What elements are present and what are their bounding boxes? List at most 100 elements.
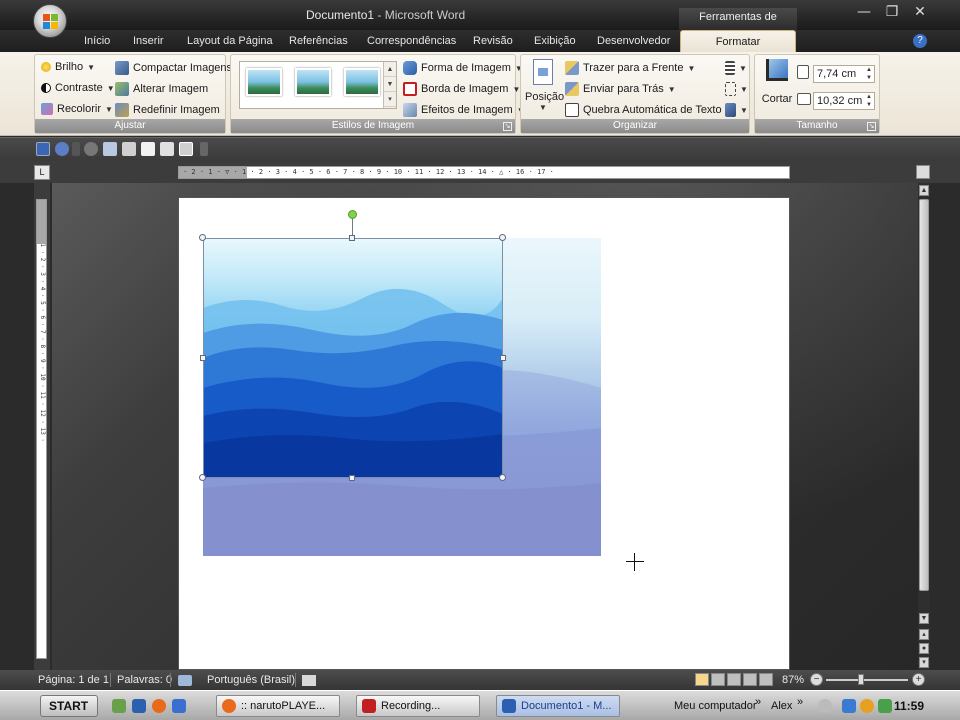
height-field[interactable]: 7,74 cm ▲ ▼ bbox=[813, 65, 875, 83]
gallery-scroll[interactable]: ▲ ▼ ▾ bbox=[383, 62, 396, 108]
browse-object-icon[interactable]: ● bbox=[919, 643, 929, 654]
web-layout-icon[interactable] bbox=[727, 673, 741, 686]
print-preview-icon[interactable] bbox=[122, 142, 136, 156]
firefox-icon[interactable] bbox=[152, 699, 166, 713]
task-naruto[interactable]: :: narutoPLAYE... bbox=[216, 695, 340, 717]
gallery-more-icon[interactable]: ▾ bbox=[384, 92, 396, 107]
tab-selector-icon[interactable]: L bbox=[34, 165, 50, 180]
print-layout-icon[interactable] bbox=[695, 673, 709, 686]
office-button[interactable] bbox=[33, 4, 67, 38]
security-icon[interactable] bbox=[860, 699, 874, 713]
borda-imagem-button[interactable]: Borda de Imagem ▼ bbox=[403, 82, 520, 96]
tab-inserir[interactable]: Inserir bbox=[133, 35, 164, 47]
macro-record-icon[interactable] bbox=[302, 675, 316, 686]
resize-handle-bottom[interactable] bbox=[349, 475, 355, 481]
resize-handle-top-right[interactable] bbox=[499, 234, 506, 241]
customize-qat-icon[interactable] bbox=[200, 142, 208, 156]
show-formatting-icon[interactable] bbox=[179, 142, 193, 156]
recolorir-button[interactable]: Recolorir ▼ bbox=[41, 103, 113, 115]
tab-revisao[interactable]: Revisão bbox=[473, 35, 513, 47]
style-thumbnail[interactable] bbox=[246, 68, 282, 96]
toolbar-expand-icon[interactable]: » bbox=[797, 696, 803, 708]
quebra-texto-button[interactable]: Quebra Automática de Texto▼ bbox=[565, 103, 734, 117]
quicklaunch-icon[interactable] bbox=[112, 699, 126, 713]
spelling-icon[interactable] bbox=[103, 142, 117, 156]
compactar-imagens-button[interactable]: Compactar Imagens bbox=[115, 61, 232, 75]
resize-handle-bottom-right[interactable] bbox=[499, 474, 506, 481]
update-icon[interactable] bbox=[878, 699, 892, 713]
resize-handle-right[interactable] bbox=[500, 355, 506, 361]
posicao-button[interactable]: Posição ▼ bbox=[525, 59, 564, 117]
redo-icon[interactable] bbox=[84, 142, 98, 156]
scroll-down-icon[interactable]: ▼ bbox=[919, 613, 929, 624]
tab-layout[interactable]: Layout da Página bbox=[187, 35, 273, 47]
toolbar-expand-icon[interactable]: » bbox=[755, 696, 761, 708]
enviar-tras-button[interactable]: Enviar para Trás ▼ bbox=[565, 82, 676, 96]
contraste-button[interactable]: Contraste ▼ bbox=[41, 82, 115, 94]
page-indicator[interactable]: Página: 1 de 1 bbox=[38, 674, 109, 686]
undo-icon[interactable] bbox=[55, 142, 69, 156]
task-documento1[interactable]: Documento1 - M... bbox=[496, 695, 620, 717]
efeitos-imagem-button[interactable]: Efeitos de Imagem▼ bbox=[403, 103, 525, 117]
dialog-launcher-icon[interactable]: ↘ bbox=[867, 122, 876, 131]
minimize-icon[interactable]: — bbox=[854, 4, 874, 20]
style-thumbnail[interactable] bbox=[295, 68, 331, 96]
outline-icon[interactable] bbox=[743, 673, 757, 686]
scrollbar-thumb[interactable] bbox=[919, 199, 929, 591]
previous-page-icon[interactable]: ▴ bbox=[919, 629, 929, 640]
redefinir-imagem-button[interactable]: Redefinir Imagem bbox=[115, 103, 220, 117]
tab-referencias[interactable]: Referências bbox=[289, 35, 348, 47]
save-icon[interactable] bbox=[36, 142, 50, 156]
rotate-button[interactable]: ▼ bbox=[725, 103, 748, 117]
align-button[interactable]: ▼ bbox=[725, 61, 747, 75]
draft-icon[interactable] bbox=[759, 673, 773, 686]
horizontal-ruler[interactable]: · 2 · 1 · ▽ · 1 · 2 · 3 · 4 · 5 · 6 · 7 … bbox=[178, 166, 790, 179]
language-indicator[interactable]: Português (Brasil) bbox=[207, 674, 295, 686]
close-icon[interactable]: ✕ bbox=[910, 4, 930, 20]
resize-handle-left[interactable] bbox=[200, 355, 206, 361]
scroll-up-icon[interactable]: ▲ bbox=[384, 62, 396, 77]
cortar-button[interactable]: Cortar bbox=[759, 59, 795, 109]
resize-handle-bottom-left[interactable] bbox=[199, 474, 206, 481]
new-document-icon[interactable] bbox=[141, 142, 155, 156]
start-button[interactable]: START bbox=[40, 695, 98, 717]
vertical-ruler[interactable]: · 2 · 1 · · 1 · 2 · 3 · 4 · 5 · 6 · 7 · … bbox=[34, 183, 50, 670]
zoom-out-icon[interactable]: − bbox=[810, 673, 823, 686]
view-ruler-icon[interactable] bbox=[916, 165, 930, 179]
chevron-down-icon[interactable] bbox=[72, 142, 80, 156]
restore-icon[interactable]: ❐ bbox=[882, 4, 902, 20]
dialog-launcher-icon[interactable]: ↘ bbox=[503, 122, 512, 131]
tab-desenvolvedor[interactable]: Desenvolvedor bbox=[597, 35, 670, 47]
network-icon[interactable] bbox=[842, 699, 856, 713]
zoom-slider-thumb[interactable] bbox=[858, 674, 864, 685]
trazer-frente-button[interactable]: Trazer para a Frente ▼ bbox=[565, 61, 695, 75]
proofing-icon[interactable] bbox=[178, 675, 192, 686]
desktop-icon[interactable] bbox=[172, 699, 186, 713]
full-screen-reading-icon[interactable] bbox=[711, 673, 725, 686]
task-recording[interactable]: Recording... bbox=[356, 695, 480, 717]
scroll-down-icon[interactable]: ▼ bbox=[384, 77, 396, 92]
resize-handle-top[interactable] bbox=[349, 235, 355, 241]
scroll-up-icon[interactable]: ▲ bbox=[919, 185, 929, 196]
style-thumbnail[interactable] bbox=[344, 68, 380, 96]
group-objects-button[interactable]: ▼ bbox=[725, 82, 748, 96]
word-quicklaunch-icon[interactable] bbox=[132, 699, 146, 713]
open-icon[interactable] bbox=[160, 142, 174, 156]
zoom-in-icon[interactable]: + bbox=[912, 673, 925, 686]
tab-exibicao[interactable]: Exibição bbox=[534, 35, 576, 47]
user-toolbar[interactable]: Alex bbox=[771, 700, 792, 712]
forma-imagem-button[interactable]: Forma de Imagem ▼ bbox=[403, 61, 523, 75]
width-field[interactable]: 10,32 cm ▲ ▼ bbox=[813, 92, 875, 110]
word-count[interactable]: Palavras: 0 bbox=[117, 674, 172, 686]
zoom-level[interactable]: 87% bbox=[782, 674, 804, 686]
width-spinner[interactable]: ▲ ▼ bbox=[864, 93, 874, 109]
rotate-handle[interactable] bbox=[348, 210, 357, 219]
zoom-slider[interactable] bbox=[826, 679, 908, 681]
help-icon[interactable]: ? bbox=[913, 34, 927, 48]
next-page-icon[interactable]: ▾ bbox=[919, 657, 929, 668]
tray-toggle-icon[interactable] bbox=[818, 699, 832, 713]
resize-handle-top-left[interactable] bbox=[199, 234, 206, 241]
vertical-scrollbar[interactable]: ▲ ▼ ▴ ● ▾ bbox=[918, 183, 930, 670]
tab-inicio[interactable]: Início bbox=[84, 35, 110, 47]
brilho-button[interactable]: Brilho ▼ bbox=[41, 61, 95, 73]
